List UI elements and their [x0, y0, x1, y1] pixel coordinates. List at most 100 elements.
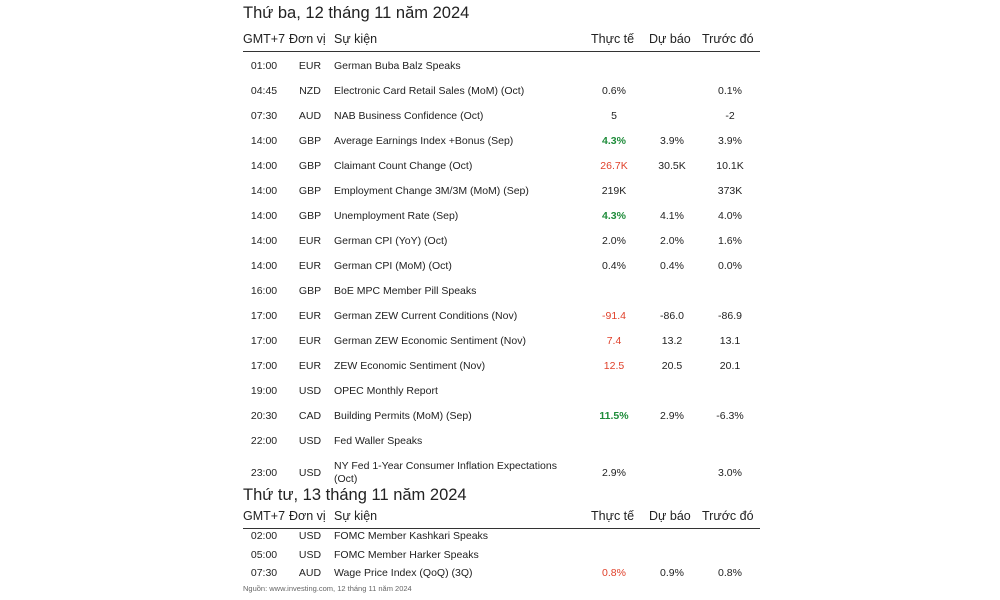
row-event: Fed Waller Speaks — [334, 435, 423, 447]
row-forecast: 2.0% — [660, 235, 684, 247]
day-title: Thứ ba, 12 tháng 11 năm 2024 — [243, 4, 470, 22]
row-event: FOMC Member Kashkari Speaks — [334, 530, 489, 542]
row-time: 07:30 — [250, 110, 278, 122]
row-time: 22:00 — [250, 435, 278, 447]
row-time: 04:45 — [250, 85, 278, 97]
row-time: 14:00 — [250, 135, 278, 147]
row-previous: -86.9 — [718, 310, 742, 322]
row-unit: USD — [298, 385, 322, 397]
header-previous: Trước đó — [702, 32, 754, 46]
row-unit: EUR — [298, 60, 322, 72]
header-unit: Đơn vị — [289, 509, 326, 523]
header-previous: Trước đó — [702, 509, 754, 523]
row-actual: -91.4 — [602, 310, 626, 322]
row-event: German ZEW Economic Sentiment (Nov) — [334, 335, 526, 347]
row-actual: 12.5 — [603, 360, 625, 372]
row-forecast: 0.4% — [660, 260, 684, 272]
row-previous: 10.1K — [716, 160, 744, 172]
row-unit: AUD — [298, 110, 322, 122]
header-time: GMT+7 — [243, 32, 286, 46]
row-forecast: 2.9% — [660, 410, 684, 422]
row-time: 14:00 — [250, 235, 278, 247]
row-unit: GBP — [298, 185, 322, 197]
row-time: 05:00 — [250, 548, 278, 561]
row-time: 01:00 — [250, 60, 278, 72]
row-actual: 0.6% — [602, 85, 626, 97]
row-previous: 3.0% — [718, 467, 742, 479]
row-event: Claimant Count Change (Oct) — [334, 160, 473, 172]
row-unit: USD — [298, 530, 322, 542]
row-event: Wage Price Index (QoQ) (3Q) — [334, 567, 473, 579]
row-time: 14:00 — [250, 160, 278, 172]
row-event: OPEC Monthly Report — [334, 385, 438, 397]
row-previous: -2 — [725, 110, 735, 122]
row-previous: -6.3% — [716, 410, 744, 422]
row-previous: 0.1% — [718, 85, 742, 97]
header-forecast: Dự báo — [649, 509, 691, 523]
header-forecast: Dự báo — [649, 32, 691, 46]
row-event: Unemployment Rate (Sep) — [334, 210, 459, 222]
row-unit: GBP — [298, 285, 322, 297]
row-unit: EUR — [298, 335, 322, 347]
row-actual: 2.0% — [602, 235, 626, 247]
row-previous: 20.1 — [719, 360, 741, 372]
row-event: ZEW Economic Sentiment (Nov) — [334, 360, 486, 372]
header-event: Sự kiện — [334, 32, 378, 46]
row-time: 14:00 — [250, 210, 278, 222]
row-previous: 3.9% — [718, 135, 742, 147]
row-previous: 1.6% — [718, 235, 742, 247]
table-header: GMT+7 Đơn vị Sự kiện Thực tế Dự báo Trướ… — [243, 504, 760, 529]
row-actual: 2.9% — [602, 467, 626, 479]
header-event: Sự kiện — [334, 509, 378, 523]
row-event: NAB Business Confidence (Oct) — [334, 110, 484, 122]
source-note: Nguồn: www.investing.com, 12 tháng 11 nă… — [243, 584, 412, 593]
row-event: German CPI (YoY) (Oct) — [334, 235, 448, 247]
row-forecast: 4.1% — [660, 210, 684, 222]
row-previous: 0.8% — [718, 567, 742, 579]
row-actual: 4.3% — [602, 135, 626, 147]
row-event: Average Earnings Index +Bonus (Sep) — [334, 135, 514, 147]
row-unit: EUR — [298, 360, 322, 372]
row-actual: 5 — [611, 110, 617, 122]
header-unit: Đơn vị — [289, 32, 326, 46]
row-forecast: 20.5 — [661, 360, 683, 372]
row-unit: USD — [298, 467, 322, 479]
row-event: BoE MPC Member Pill Speaks — [334, 285, 477, 297]
row-time: 14:00 — [250, 260, 278, 272]
row-previous: 373K — [717, 185, 743, 197]
row-forecast: 3.9% — [660, 135, 684, 147]
row-time: 19:00 — [250, 385, 278, 397]
row-actual: 219K — [601, 185, 627, 197]
row-event: FOMC Member Harker Speaks — [334, 548, 479, 561]
row-forecast: 13.2 — [661, 335, 683, 347]
row-time: 20:30 — [250, 410, 278, 422]
row-event: Building Permits (MoM) (Sep) — [334, 410, 472, 422]
row-time: 17:00 — [250, 360, 278, 372]
row-actual: 4.3% — [602, 210, 626, 222]
header-time: GMT+7 — [243, 509, 286, 523]
row-time: 16:00 — [250, 285, 278, 297]
row-actual: 26.7K — [600, 160, 628, 172]
row-event: Electronic Card Retail Sales (MoM) (Oct) — [334, 85, 525, 97]
row-previous: 13.1 — [719, 335, 741, 347]
row-event: German CPI (MoM) (Oct) — [334, 260, 452, 272]
row-unit: USD — [298, 548, 322, 561]
row-time: 23:00 — [250, 467, 278, 479]
row-forecast: 0.9% — [660, 567, 684, 579]
row-time: 02:00 — [250, 530, 278, 542]
header-actual: Thực tế — [591, 509, 635, 523]
row-unit: EUR — [298, 235, 322, 247]
row-unit: GBP — [298, 135, 322, 147]
row-event: German ZEW Current Conditions (Nov) — [334, 310, 518, 322]
row-unit: CAD — [298, 410, 322, 422]
row-unit: EUR — [298, 310, 322, 322]
row-actual: 0.4% — [602, 260, 626, 272]
row-unit: GBP — [298, 160, 322, 172]
header-actual: Thực tế — [591, 32, 635, 46]
row-event: Employment Change 3M/3M (MoM) (Sep) — [334, 185, 529, 197]
row-forecast: 30.5K — [658, 160, 686, 172]
row-event: German Buba Balz Speaks — [334, 60, 461, 72]
row-previous: 4.0% — [718, 210, 742, 222]
row-unit: USD — [298, 435, 322, 447]
table-header: GMT+7 Đơn vị Sự kiện Thực tế Dự báo Trướ… — [243, 27, 760, 52]
